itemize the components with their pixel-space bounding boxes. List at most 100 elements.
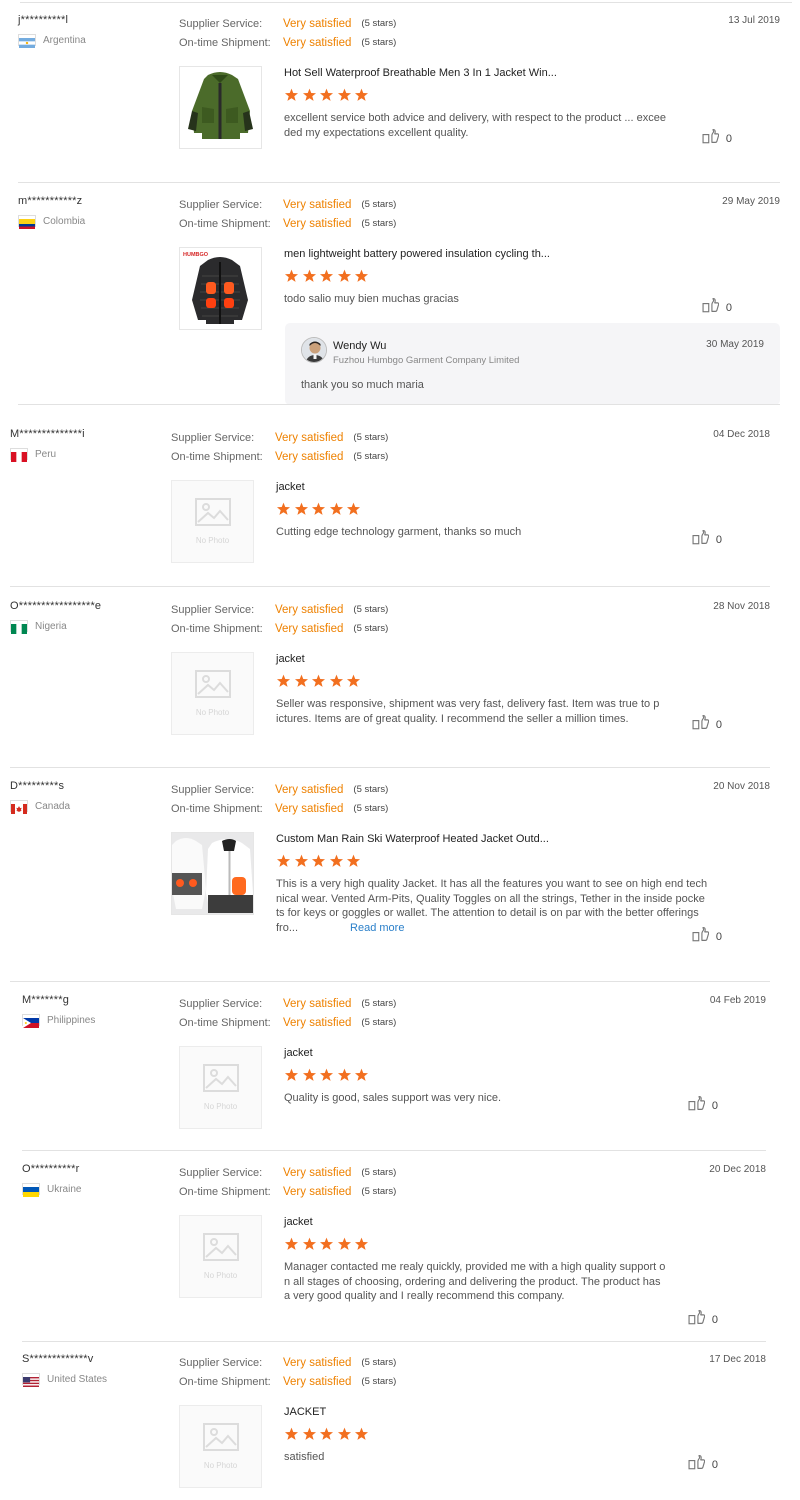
review-date: 29 May 2019 bbox=[722, 196, 780, 207]
supplier-service-label: Supplier Service: bbox=[179, 1166, 263, 1179]
reply-company: Fuzhou Humbgo Garment Company Limited bbox=[333, 355, 520, 366]
argentina-flag-icon bbox=[18, 34, 36, 48]
product-title[interactable]: jacket bbox=[276, 481, 305, 493]
product-title[interactable]: men lightweight battery powered insulati… bbox=[284, 248, 550, 260]
review-text-line: Seller was responsive, shipment was very… bbox=[276, 698, 660, 710]
review-date: 20 Dec 2018 bbox=[709, 1164, 766, 1175]
like-button[interactable]: 0 bbox=[688, 1095, 718, 1116]
star-icon bbox=[302, 88, 320, 107]
seller-ratings: Supplier Service: Very satisfied (5 stars)… bbox=[171, 780, 388, 818]
product-rating-stars bbox=[284, 1068, 372, 1087]
top-divider bbox=[20, 2, 792, 3]
review-item: m***********z Colombia Supplier Service: Ve… bbox=[18, 195, 780, 405]
country-name: Colombia bbox=[43, 215, 86, 227]
review-item: D*********s Canada Supplier Service: Very s… bbox=[10, 780, 770, 982]
like-button[interactable]: 0 bbox=[688, 1309, 718, 1330]
thumbs-up-icon bbox=[688, 1454, 706, 1475]
review-item: M*******g Philippines Supplier Service: Ver… bbox=[22, 994, 766, 1151]
like-button[interactable]: 0 bbox=[688, 1454, 718, 1475]
supplier-service-value: Very satisfied bbox=[283, 1356, 352, 1369]
image-placeholder-icon bbox=[194, 498, 231, 531]
ontime-shipment-label: On-time Shipment: bbox=[171, 802, 263, 815]
ontime-shipment-row: On-time Shipment: Very satisfied (5 stars) bbox=[179, 1372, 396, 1391]
review-text: Quality is good, sales support was very … bbox=[284, 1091, 501, 1106]
thumbs-up-icon bbox=[702, 297, 720, 318]
country-name: Peru bbox=[35, 448, 57, 460]
like-button[interactable]: 0 bbox=[692, 529, 722, 550]
no-photo-placeholder: No Photo bbox=[171, 652, 254, 735]
reply-text: thank you so much maria bbox=[301, 379, 424, 391]
like-count: 0 bbox=[711, 1458, 718, 1471]
star-icon bbox=[337, 1237, 355, 1256]
product-rating-stars bbox=[284, 1237, 372, 1256]
country-name: Argentina bbox=[43, 34, 86, 46]
supplier-service-stars-text: (5 stars) bbox=[361, 1357, 397, 1368]
seller-ratings: Supplier Service: Very satisfied (5 stars)… bbox=[171, 428, 388, 466]
buyer-name: M*******g bbox=[22, 994, 70, 1006]
star-icon bbox=[337, 1068, 355, 1087]
product-thumbnail[interactable]: HUMBGO bbox=[179, 247, 262, 330]
thumbs-up-icon bbox=[688, 1095, 706, 1116]
supplier-service-row: Supplier Service: Very satisfied (5 stars) bbox=[171, 600, 388, 619]
buyer-name: O**********r bbox=[22, 1163, 80, 1175]
like-count: 0 bbox=[715, 930, 722, 943]
review-divider bbox=[10, 767, 770, 768]
product-title[interactable]: Hot Sell Waterproof Breathable Men 3 In … bbox=[284, 67, 557, 79]
thumbs-up-icon bbox=[702, 128, 720, 149]
ontime-shipment-value: Very satisfied bbox=[283, 1375, 352, 1388]
star-icon bbox=[284, 88, 302, 107]
supplier-service-stars-text: (5 stars) bbox=[361, 18, 397, 29]
product-rating-stars bbox=[276, 854, 364, 873]
product-thumbnail[interactable] bbox=[171, 832, 254, 915]
buyer-country: United States bbox=[22, 1373, 107, 1387]
supplier-service-value: Very satisfied bbox=[275, 603, 344, 616]
star-icon bbox=[311, 854, 329, 873]
seller-ratings: Supplier Service: Very satisfied (5 stars)… bbox=[179, 1163, 396, 1201]
buyer-country: Argentina bbox=[18, 34, 86, 48]
review-divider bbox=[10, 981, 770, 982]
review-text-last-line: fro... Read more bbox=[276, 921, 707, 936]
no-photo-label: No Photo bbox=[203, 1102, 238, 1111]
product-thumbnail[interactable] bbox=[179, 66, 262, 149]
no-photo-placeholder: No Photo bbox=[171, 480, 254, 563]
star-icon bbox=[302, 1068, 320, 1087]
review-date: 13 Jul 2019 bbox=[728, 15, 780, 26]
product-title[interactable]: jacket bbox=[284, 1216, 313, 1228]
like-button[interactable]: 0 bbox=[692, 926, 722, 947]
buyer-country: Ukraine bbox=[22, 1183, 81, 1197]
seller-ratings: Supplier Service: Very satisfied (5 stars)… bbox=[171, 600, 388, 638]
country-name: Canada bbox=[35, 800, 71, 812]
ontime-shipment-label: On-time Shipment: bbox=[179, 1375, 271, 1388]
read-more-link[interactable]: Read more bbox=[350, 922, 404, 934]
supplier-service-label: Supplier Service: bbox=[179, 1356, 263, 1369]
star-icon bbox=[354, 1427, 372, 1446]
ontime-shipment-row: On-time Shipment: Very satisfied (5 stars) bbox=[171, 447, 388, 466]
star-icon bbox=[302, 1427, 320, 1446]
product-title[interactable]: jacket bbox=[284, 1047, 313, 1059]
review-text: satisfied bbox=[284, 1450, 324, 1465]
star-icon bbox=[276, 674, 294, 693]
supplier-service-value: Very satisfied bbox=[283, 17, 352, 30]
supplier-service-value: Very satisfied bbox=[275, 431, 344, 444]
star-icon bbox=[346, 674, 364, 693]
review-text-line: nical wear. Vented Arm-Pits, Quality Tog… bbox=[276, 892, 705, 905]
buyer-name: O*****************e bbox=[10, 600, 102, 612]
ontime-shipment-stars-text: (5 stars) bbox=[353, 623, 389, 634]
ontime-shipment-row: On-time Shipment: Very satisfied (5 stars) bbox=[171, 799, 388, 818]
like-button[interactable]: 0 bbox=[702, 297, 732, 318]
ontime-shipment-label: On-time Shipment: bbox=[179, 1016, 271, 1029]
no-photo-label: No Photo bbox=[195, 536, 230, 545]
like-button[interactable]: 0 bbox=[692, 714, 722, 735]
like-button[interactable]: 0 bbox=[702, 128, 732, 149]
review-divider bbox=[18, 182, 780, 183]
ontime-shipment-label: On-time Shipment: bbox=[179, 1185, 271, 1198]
ontime-shipment-value: Very satisfied bbox=[275, 802, 344, 815]
product-title[interactable]: JACKET bbox=[284, 1406, 326, 1418]
review-date: 28 Nov 2018 bbox=[713, 601, 770, 612]
star-icon bbox=[311, 502, 329, 521]
supplier-service-label: Supplier Service: bbox=[171, 783, 255, 796]
supplier-service-stars-text: (5 stars) bbox=[361, 998, 397, 1009]
star-icon bbox=[319, 1237, 337, 1256]
product-title[interactable]: Custom Man Rain Ski Waterproof Heated Ja… bbox=[276, 833, 549, 845]
product-title[interactable]: jacket bbox=[276, 653, 305, 665]
